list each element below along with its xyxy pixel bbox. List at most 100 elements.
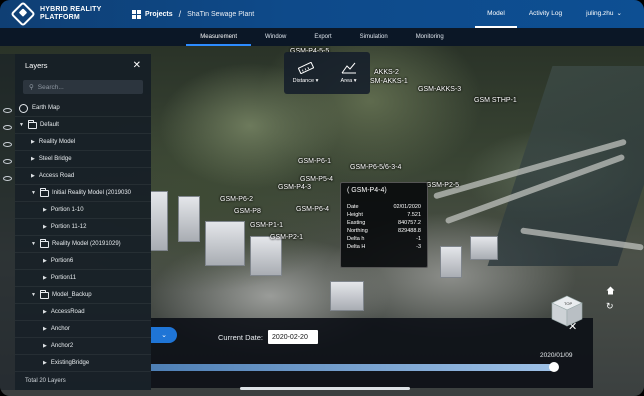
- current-date-input[interactable]: [268, 330, 319, 344]
- map-label[interactable]: GSM-P1-1: [250, 222, 283, 230]
- building: [470, 236, 498, 260]
- caret-right-icon[interactable]: ▶: [43, 360, 47, 366]
- info-value: -3: [416, 244, 421, 250]
- eye-icon[interactable]: [3, 108, 12, 113]
- layer-label: ExistingBridge: [50, 360, 90, 366]
- caret-right-icon[interactable]: ▶: [43, 275, 47, 281]
- map-label[interactable]: SM-AKKS-1: [370, 78, 408, 86]
- layers-search-input[interactable]: [37, 83, 137, 91]
- map-label[interactable]: GSM-P2-5: [426, 182, 459, 190]
- user-menu[interactable]: juling.zhu ⌄: [574, 0, 634, 28]
- layer-label: Portion 1-10: [50, 207, 84, 213]
- layer-label: Portion11: [50, 275, 77, 281]
- map-label[interactable]: GSM-P6-4: [296, 206, 329, 214]
- current-date-label: Current Date:: [218, 332, 264, 342]
- breadcrumb-projects-link[interactable]: Projects: [145, 11, 173, 18]
- map-label[interactable]: AKKS-2: [374, 69, 399, 77]
- distance-tool-button[interactable]: Distance ▾: [284, 52, 327, 94]
- map-label[interactable]: GSM-AKKS-3: [418, 86, 461, 94]
- layer-item[interactable]: ▶ ExistingBridge: [15, 355, 151, 372]
- menu-window[interactable]: Window: [251, 28, 300, 46]
- info-value: 7.521: [407, 212, 421, 218]
- caret-down-icon[interactable]: ▼: [31, 241, 36, 247]
- layers-title: Layers: [25, 60, 48, 70]
- distance-label: Distance: [292, 78, 315, 84]
- logo-icon: [10, 1, 36, 27]
- layer-item[interactable]: ▼ Default: [15, 117, 151, 134]
- building: [205, 221, 245, 266]
- info-row: Date 02/01/2020: [347, 203, 421, 211]
- eye-icon[interactable]: [3, 176, 12, 181]
- caret-right-icon[interactable]: ▶: [43, 258, 47, 264]
- caret-down-icon[interactable]: ▼: [31, 190, 36, 196]
- nav-model[interactable]: Model: [475, 0, 517, 28]
- refresh-icon[interactable]: ↻: [606, 301, 614, 312]
- map-label[interactable]: GSM-P4-3: [278, 184, 311, 192]
- layer-item[interactable]: ▼ Initial Reality Model (2019030: [15, 185, 151, 202]
- caret-right-icon[interactable]: ▶: [43, 207, 47, 213]
- caret-down-icon[interactable]: ▼: [31, 292, 36, 298]
- user-name: juling.zhu: [586, 10, 614, 17]
- layer-item[interactable]: ▶ Steel Bridge: [15, 151, 151, 168]
- folder-icon: [39, 289, 49, 299]
- timeline-dropdown-button[interactable]: ⌄: [151, 327, 177, 343]
- close-icon[interactable]: ✕: [133, 60, 141, 71]
- layer-item[interactable]: ▶ Access Road: [15, 168, 151, 185]
- layer-item[interactable]: ▶ Portion 11-12: [15, 219, 151, 236]
- layer-label: Initial Reality Model (2019030: [51, 190, 131, 196]
- navigation-cube[interactable]: TOP: [550, 294, 584, 328]
- menu-export[interactable]: Export: [300, 28, 345, 46]
- layer-item[interactable]: ▼ Model_Backup: [15, 287, 151, 304]
- building: [178, 196, 200, 242]
- caret-right-icon[interactable]: ▶: [31, 173, 35, 179]
- eye-icon[interactable]: [3, 142, 12, 147]
- timeline-slider-track[interactable]: [151, 364, 555, 371]
- eye-icon[interactable]: [3, 159, 12, 164]
- menu-monitoring[interactable]: Monitoring: [402, 28, 458, 46]
- layer-label: Steel Bridge: [38, 156, 72, 162]
- layer-item[interactable]: ▶ Anchor: [15, 321, 151, 338]
- nav-activity-log[interactable]: Activity Log: [517, 0, 574, 28]
- map-label[interactable]: GSM-P6-5/6-3-4: [350, 164, 401, 172]
- caret-right-icon[interactable]: ▶: [43, 326, 47, 332]
- layers-header: Layers ✕: [15, 54, 151, 76]
- layer-item[interactable]: ▶ Portion6: [15, 253, 151, 270]
- layer-item[interactable]: ▼ Reality Model (20191029): [15, 236, 151, 253]
- map-label[interactable]: GSM-P2-1: [270, 234, 303, 242]
- grid-icon: [132, 9, 141, 19]
- caret-right-icon[interactable]: ▶: [31, 139, 35, 145]
- layers-total: Total 20 Layers: [25, 378, 66, 384]
- layer-item[interactable]: ▶ Anchor2: [15, 338, 151, 355]
- caret-down-icon[interactable]: ▼: [19, 122, 24, 128]
- current-date: Current Date:: [218, 330, 319, 344]
- info-label: Easting: [347, 220, 366, 226]
- building: [330, 281, 364, 311]
- map-label[interactable]: GSM STHP-1: [474, 97, 517, 105]
- navcube-top-label: TOP: [564, 301, 572, 306]
- building: [150, 191, 168, 251]
- map-label[interactable]: GSM-P6-2: [220, 196, 253, 204]
- caret-right-icon[interactable]: ▶: [43, 224, 47, 230]
- caret-right-icon[interactable]: ▶: [43, 343, 47, 349]
- layer-label: Anchor2: [50, 343, 74, 349]
- layer-item[interactable]: ▶ Portion 1-10: [15, 202, 151, 219]
- logo-line: PLATFORM: [40, 14, 80, 21]
- menu-measurement[interactable]: Measurement: [186, 28, 251, 46]
- menu-simulation[interactable]: Simulation: [346, 28, 402, 46]
- timeline-slider-handle[interactable]: [549, 362, 559, 372]
- caret-right-icon[interactable]: ▶: [31, 156, 35, 162]
- building: [250, 236, 282, 276]
- eye-icon[interactable]: [3, 125, 12, 130]
- map-label[interactable]: GSM-P5-4: [300, 176, 333, 184]
- layer-item[interactable]: Earth Map: [15, 100, 151, 117]
- layer-item[interactable]: ▶ AccessRoad: [15, 304, 151, 321]
- timeline-end-date: 2020/01/09: [540, 352, 573, 359]
- layer-item[interactable]: ▶ Portion11: [15, 270, 151, 287]
- layer-item[interactable]: ▶ Reality Model: [15, 134, 151, 151]
- map-label[interactable]: GSM-P8: [234, 208, 261, 216]
- home-icon[interactable]: [606, 286, 615, 295]
- app-logo[interactable]: HYBRID REALITY PLATFORM: [10, 1, 114, 27]
- area-tool-button[interactable]: Area ▾: [327, 52, 370, 94]
- caret-right-icon[interactable]: ▶: [43, 309, 47, 315]
- map-label[interactable]: GSM-P6-1: [298, 158, 331, 166]
